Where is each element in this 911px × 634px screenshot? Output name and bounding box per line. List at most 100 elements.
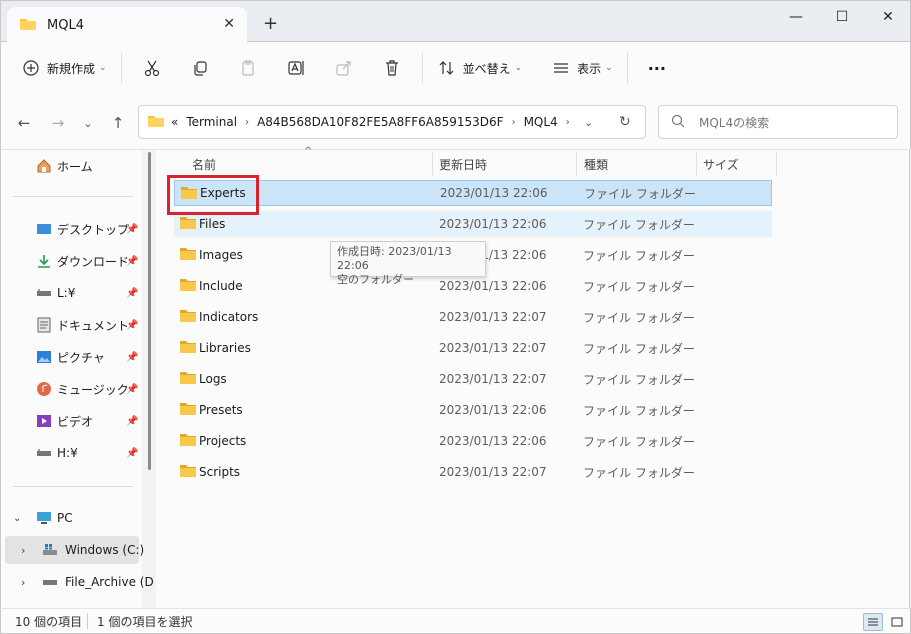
breadcrumb-id[interactable]: A84B568DA10F82FE5A8FF6A859153D6F — [257, 115, 504, 129]
sidebar-scrollbar[interactable] — [146, 150, 154, 470]
breadcrumb-terminal[interactable]: Terminal — [186, 115, 237, 129]
file-list: ^ 名前 更新日時 種類 サイズ Experts 2023/01/13 22:06… — [156, 146, 910, 608]
column-header-name[interactable]: 名前 — [192, 152, 216, 176]
file-row-scripts[interactable]: Scripts 2023/01/13 22:07 ファイル フォルダー — [174, 459, 772, 485]
more-options-button[interactable]: ··· — [634, 52, 680, 84]
tiles-view-icon[interactable] — [887, 613, 907, 631]
sidebar-item-drive-h[interactable]: H:¥ 📌 — [1, 439, 143, 467]
folder-icon — [179, 309, 197, 326]
cut-button[interactable] — [128, 52, 176, 84]
share-button[interactable] — [320, 52, 368, 84]
sort-button[interactable]: 並べ替え ⌄ — [429, 52, 531, 84]
chevron-right-icon[interactable]: › — [566, 117, 570, 128]
column-divider[interactable] — [576, 152, 577, 176]
music-icon — [35, 380, 53, 398]
file-row-files[interactable]: Files 2023/01/13 22:06 ファイル フォルダー — [174, 211, 772, 237]
rename-button[interactable] — [272, 52, 320, 84]
chevron-down-icon: ⌄ — [99, 63, 107, 73]
folder-icon — [179, 464, 197, 481]
sidebar-item-home[interactable]: ホーム — [1, 152, 143, 180]
view-button[interactable]: 表示 ⌄ — [543, 52, 621, 84]
file-row-presets[interactable]: Presets 2023/01/13 22:06 ファイル フォルダー — [174, 397, 772, 423]
tooltip: 作成日時: 2023/01/13 22:06 空のフォルダー — [330, 241, 486, 286]
delete-button[interactable] — [368, 52, 416, 84]
file-type: ファイル フォルダー — [584, 186, 696, 201]
column-header-type[interactable]: 種類 — [584, 152, 608, 176]
breadcrumb-overflow[interactable]: « — [171, 115, 178, 129]
new-tab-button[interactable]: + — [263, 13, 278, 34]
chevron-right-icon[interactable]: › — [512, 117, 516, 128]
pin-icon[interactable]: 📌 — [126, 256, 138, 267]
computer-icon — [35, 509, 53, 527]
close-tab-button[interactable]: ✕ — [223, 16, 235, 32]
chevron-down-icon: ⌄ — [514, 63, 523, 73]
refresh-icon[interactable]: ↻ — [619, 114, 631, 130]
pin-icon[interactable]: 📌 — [126, 224, 138, 235]
breadcrumb-mql4[interactable]: MQL4 — [524, 115, 558, 129]
paste-button[interactable] — [224, 52, 272, 84]
chevron-right-icon[interactable]: › — [21, 576, 25, 589]
up-arrow-icon[interactable]: ↑ — [107, 112, 129, 134]
pin-icon[interactable]: 📌 — [126, 384, 138, 395]
file-name: Files — [199, 217, 226, 231]
pin-icon[interactable]: 📌 — [126, 416, 138, 427]
close-window-button[interactable]: ✕ — [865, 5, 911, 29]
sidebar-label: ダウンロード — [57, 254, 130, 269]
divider — [626, 53, 628, 83]
column-divider[interactable] — [432, 152, 433, 176]
column-header-size[interactable]: サイズ — [703, 152, 739, 176]
chevron-down-icon[interactable]: ⌄ — [13, 513, 21, 524]
divider — [87, 613, 88, 629]
copy-icon — [190, 58, 210, 78]
address-dropdown-icon[interactable]: ⌄ — [584, 116, 593, 129]
forward-arrow-icon[interactable]: → — [47, 112, 69, 134]
maximize-button[interactable]: ☐ — [819, 5, 865, 29]
file-type: ファイル フォルダー — [583, 465, 695, 480]
sidebar-item-windows-c[interactable]: › Windows (C:) — [5, 536, 144, 564]
minimize-button[interactable]: — — [773, 5, 819, 29]
clipboard-icon — [238, 58, 258, 78]
sidebar-item-pc[interactable]: ⌄ PC — [1, 504, 143, 532]
download-icon — [35, 252, 53, 270]
sidebar-item-music[interactable]: ミュージック 📌 — [1, 375, 143, 403]
recent-chevron-icon[interactable]: ⌄ — [77, 112, 99, 134]
sidebar-item-pictures[interactable]: ピクチャ 📌 — [1, 343, 143, 371]
column-divider[interactable] — [776, 152, 777, 176]
copy-button[interactable] — [176, 52, 224, 84]
sidebar-label: H:¥ — [57, 446, 78, 460]
file-row-indicators[interactable]: Indicators 2023/01/13 22:07 ファイル フォルダー — [174, 304, 772, 330]
desktop-icon — [35, 220, 53, 238]
tab-mql4[interactable]: MQL4 ✕ — [7, 7, 247, 43]
search-box[interactable]: MQL4の検索 — [658, 105, 898, 139]
file-row-projects[interactable]: Projects 2023/01/13 22:06 ファイル フォルダー — [174, 428, 772, 454]
pin-icon[interactable]: 📌 — [126, 320, 138, 331]
pin-icon[interactable]: 📌 — [126, 448, 138, 459]
address-bar[interactable]: « Terminal › A84B568DA10F82FE5A8FF6A8591… — [138, 105, 646, 139]
chevron-right-icon[interactable]: › — [245, 117, 249, 128]
column-divider[interactable] — [696, 152, 697, 176]
plus-circle-icon — [21, 58, 41, 78]
sidebar-item-videos[interactable]: ビデオ 📌 — [1, 407, 143, 435]
sidebar-item-drive-l[interactable]: L:¥ 📌 — [1, 279, 143, 307]
sidebar-item-downloads[interactable]: ダウンロード 📌 — [1, 247, 143, 275]
new-button[interactable]: 新規作成 ⌄ — [13, 52, 115, 84]
pin-icon[interactable]: 📌 — [126, 352, 138, 363]
column-header-date[interactable]: 更新日時 — [439, 152, 487, 176]
file-row-libraries[interactable]: Libraries 2023/01/13 22:07 ファイル フォルダー — [174, 335, 772, 361]
sidebar-item-desktop[interactable]: デスクトップ 📌 — [1, 215, 143, 243]
sidebar-label: PC — [57, 511, 73, 525]
folder-icon — [179, 340, 197, 357]
divider — [421, 53, 423, 83]
sidebar-item-file-archive[interactable]: › File_Archive (D — [1, 568, 154, 596]
file-name: Include — [199, 279, 243, 293]
folder-icon — [179, 402, 197, 419]
pin-icon[interactable]: 📌 — [126, 288, 138, 299]
sort-caret-icon: ^ — [304, 146, 313, 157]
details-view-icon[interactable] — [863, 613, 883, 631]
back-arrow-icon[interactable]: ← — [13, 112, 35, 134]
chevron-right-icon[interactable]: › — [21, 544, 25, 557]
file-row-experts[interactable]: Experts 2023/01/13 22:06 ファイル フォルダー — [174, 180, 772, 206]
divider — [120, 53, 122, 83]
file-row-logs[interactable]: Logs 2023/01/13 22:07 ファイル フォルダー — [174, 366, 772, 392]
sidebar-item-documents[interactable]: ドキュメント 📌 — [1, 311, 143, 339]
